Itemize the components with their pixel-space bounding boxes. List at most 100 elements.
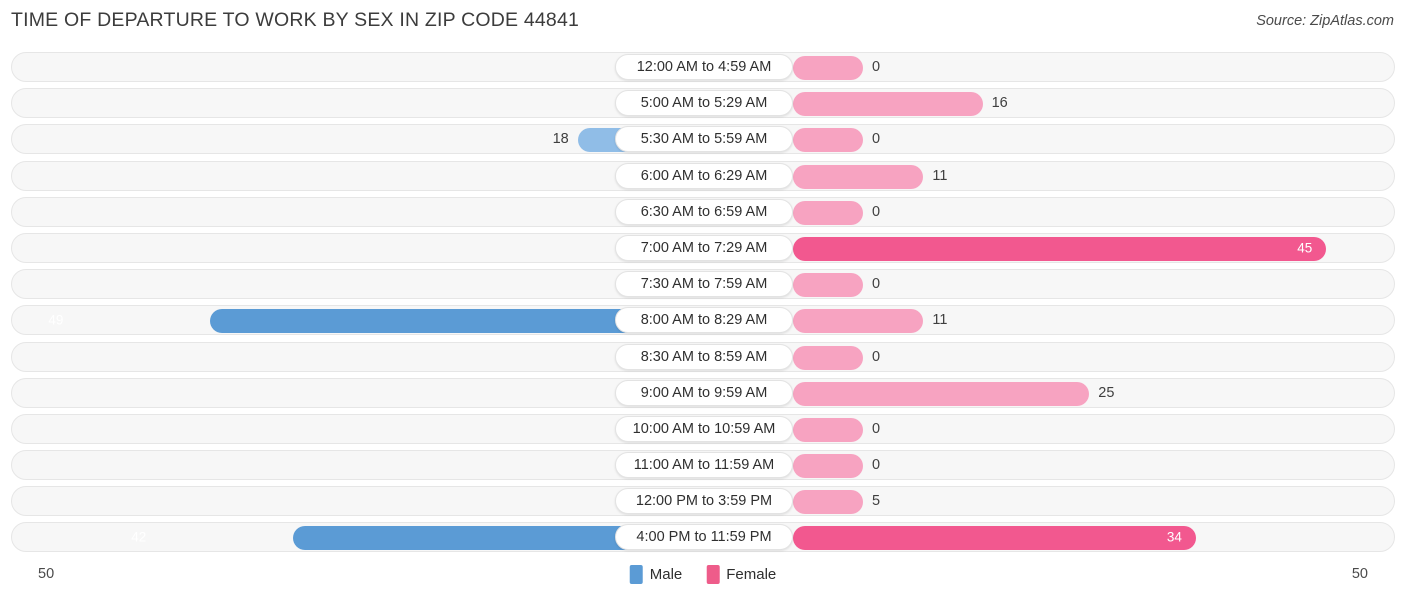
bar-female[interactable] — [793, 454, 863, 479]
legend-item-male[interactable]: Male — [629, 565, 683, 584]
category-label: 7:00 AM to 7:29 AM — [640, 239, 768, 256]
bar-value-female: 5 — [872, 493, 881, 510]
bar-value-female: 0 — [872, 59, 881, 75]
bar-female[interactable] — [793, 417, 863, 442]
chart-row: 912:00 PM to 3:59 PM5 — [11, 486, 1395, 517]
category-label-pill: 12:00 PM to 3:59 PM — [615, 488, 793, 515]
chart-row-inner: 75:00 AM to 5:29 AM16 — [12, 89, 1394, 117]
chart-row: 09:00 AM to 9:59 AM25 — [11, 377, 1395, 408]
bar-value-female: 34 — [1166, 529, 1182, 545]
bar-value-female: 0 — [872, 420, 881, 437]
bar-value-female: 0 — [872, 348, 881, 365]
chart-row: 75:00 AM to 5:29 AM16 — [11, 88, 1395, 119]
category-label-pill: 9:00 AM to 9:59 AM — [615, 379, 793, 406]
bar-value-male: 42 — [131, 529, 147, 545]
bar-value-male: 18 — [552, 131, 569, 148]
chart-footer: 50 50 Male Female — [0, 554, 1406, 594]
axis-label-left: 50 — [38, 566, 55, 582]
page-title: TIME OF DEPARTURE TO WORK BY SEX IN ZIP … — [11, 9, 580, 31]
chart-row: 011:00 AM to 11:59 AM0 — [11, 450, 1395, 481]
category-label-pill: 4:00 PM to 11:59 PM — [615, 524, 793, 551]
category-label-pill: 5:00 AM to 5:29 AM — [615, 90, 793, 117]
bar-value-female: 25 — [1098, 384, 1115, 401]
category-label: 6:30 AM to 6:59 AM — [640, 203, 768, 220]
category-label: 11:00 AM to 11:59 AM — [633, 457, 775, 474]
chart-page: TIME OF DEPARTURE TO WORK BY SEX IN ZIP … — [0, 0, 1406, 594]
legend-label-male: Male — [649, 566, 683, 583]
chart-row: 010:00 AM to 10:59 AM0 — [11, 413, 1395, 444]
chart-header: TIME OF DEPARTURE TO WORK BY SEX IN ZIP … — [0, 0, 1406, 44]
category-label: 12:00 PM to 3:59 PM — [635, 493, 773, 510]
category-label-pill: 5:30 AM to 5:59 AM — [615, 126, 793, 153]
category-label-pill: 12:00 AM to 4:59 AM — [615, 54, 793, 80]
chart-row: 08:30 AM to 8:59 AM0 — [11, 341, 1395, 372]
chart-row-inner: 912:00 PM to 3:59 PM5 — [12, 487, 1394, 515]
bar-female[interactable] — [793, 273, 863, 298]
chart-row: 49 8:00 AM to 8:29 AM 11 — [11, 305, 1395, 336]
chart-row: 127:30 AM to 7:59 AM0 — [11, 269, 1395, 300]
chart-row-inner: 010:00 AM to 10:59 AM0 — [12, 415, 1394, 443]
category-label: 7:30 AM to 7:59 AM — [640, 276, 768, 293]
chart-rows: 012:00 AM to 4:59 AM075:00 AM to 5:29 AM… — [11, 52, 1395, 559]
chart-row: 18 5:30 AM to 5:59 AM 0 — [11, 124, 1395, 155]
category-label: 10:00 AM to 10:59 AM — [632, 420, 776, 437]
chart-row-inner: 127:00 AM to 7:29 AM45 — [12, 234, 1394, 262]
category-label: 8:00 AM to 8:29 AM — [640, 312, 768, 329]
category-label: 9:00 AM to 9:59 AM — [640, 384, 768, 401]
chart-row: 012:00 AM to 4:59 AM0 — [11, 52, 1395, 82]
chart-row-inner: 127:30 AM to 7:59 AM0 — [12, 270, 1394, 298]
category-label: 4:00 PM to 11:59 PM — [636, 529, 772, 546]
legend-swatch-female-icon — [706, 565, 720, 584]
category-label: 12:00 AM to 4:59 AM — [636, 59, 772, 75]
chart-row: 06:30 AM to 6:59 AM0 — [11, 196, 1395, 227]
category-label-pill: 7:00 AM to 7:29 AM — [615, 234, 793, 261]
legend-item-female[interactable]: Female — [706, 565, 776, 584]
bar-female[interactable] — [793, 164, 924, 189]
legend-swatch-male-icon — [629, 565, 643, 584]
bar-value-female: 11 — [932, 312, 948, 329]
category-label: 5:30 AM to 5:59 AM — [640, 131, 768, 148]
bar-female[interactable] — [793, 345, 863, 370]
bar-female[interactable] — [793, 236, 1327, 261]
chart-row: 42 4:00 PM to 11:59 PM 34 — [11, 522, 1395, 553]
bar-value-female: 0 — [872, 457, 881, 474]
bar-female[interactable] — [793, 56, 863, 80]
bar-value-male: 49 — [48, 312, 64, 328]
category-label-pill: 8:00 AM to 8:29 AM — [615, 307, 793, 334]
category-label: 8:30 AM to 8:59 AM — [640, 348, 768, 365]
category-label-pill: 7:30 AM to 7:59 AM — [615, 271, 793, 298]
bar-female[interactable] — [793, 128, 863, 153]
chart-row-inner: 49 8:00 AM to 8:29 AM 11 — [12, 306, 1394, 334]
source-attribution: Source: ZipAtlas.com — [1256, 13, 1394, 29]
chart-row: 127:00 AM to 7:29 AM45 — [11, 232, 1395, 263]
axis-label-right: 50 — [1351, 566, 1368, 582]
category-label: 5:00 AM to 5:29 AM — [640, 95, 768, 112]
bar-value-female: 16 — [991, 95, 1008, 112]
chart-row-inner: 06:30 AM to 6:59 AM0 — [12, 198, 1394, 226]
bar-female[interactable] — [793, 200, 863, 225]
chart-row-inner: 18 5:30 AM to 5:59 AM 0 — [12, 125, 1394, 153]
bar-female[interactable] — [793, 490, 863, 515]
bar-value-female: 0 — [872, 131, 881, 148]
category-label-pill: 6:30 AM to 6:59 AM — [615, 198, 793, 225]
category-label-pill: 6:00 AM to 6:29 AM — [615, 162, 793, 189]
chart-row-inner: 126:00 AM to 6:29 AM11 — [12, 162, 1394, 190]
bar-female[interactable] — [793, 381, 1090, 406]
bar-female[interactable] — [793, 309, 924, 334]
bar-value-female: 11 — [932, 167, 948, 184]
category-label-pill: 11:00 AM to 11:59 AM — [615, 452, 793, 479]
category-label-pill: 10:00 AM to 10:59 AM — [615, 415, 793, 442]
category-label-pill: 8:30 AM to 8:59 AM — [615, 343, 793, 370]
legend-label-female: Female — [726, 566, 777, 583]
chart-row-inner: 011:00 AM to 11:59 AM0 — [12, 451, 1394, 479]
chart-row-inner: 09:00 AM to 9:59 AM25 — [12, 379, 1394, 407]
chart-legend: Male Female — [629, 565, 776, 584]
bar-value-female: 45 — [1297, 240, 1313, 256]
bar-female[interactable] — [793, 92, 983, 117]
bar-female[interactable] — [793, 526, 1196, 551]
chart-row-inner: 08:30 AM to 8:59 AM0 — [12, 343, 1394, 371]
chart-row-inner: 42 4:00 PM to 11:59 PM 34 — [12, 523, 1394, 551]
chart-row-inner: 012:00 AM to 4:59 AM0 — [12, 53, 1394, 81]
chart-row: 126:00 AM to 6:29 AM11 — [11, 160, 1395, 191]
bar-value-female: 0 — [872, 276, 881, 293]
